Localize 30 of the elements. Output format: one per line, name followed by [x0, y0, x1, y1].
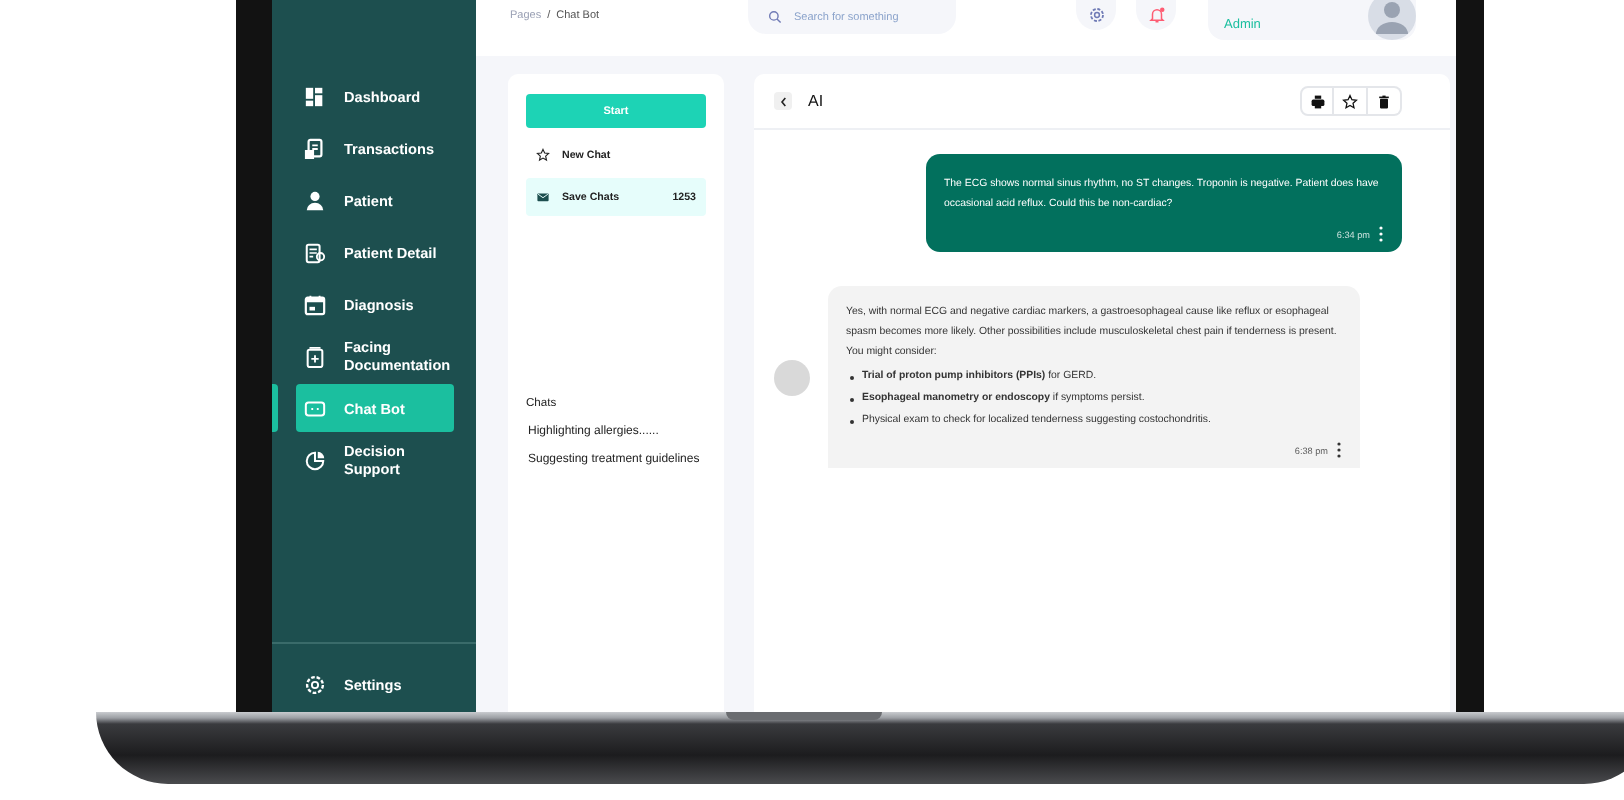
- notifications-button[interactable]: [1136, 0, 1176, 30]
- gear-icon: [304, 673, 326, 695]
- pie-chart-icon: [304, 449, 326, 471]
- search-icon: [768, 10, 782, 24]
- settings-icon: [1087, 6, 1105, 24]
- favorite-button[interactable]: [1334, 86, 1368, 116]
- settings-button[interactable]: [1076, 0, 1116, 30]
- chat-title: AI: [808, 92, 826, 110]
- more-icon: [1378, 226, 1384, 242]
- more-icon: [1336, 442, 1342, 458]
- chevron-left-icon: [779, 95, 787, 107]
- calendar-icon: [304, 293, 326, 315]
- avatar-icon: [1368, 0, 1416, 40]
- more-button[interactable]: [1378, 226, 1384, 242]
- envelope-icon: [536, 190, 550, 204]
- star-icon: [536, 148, 550, 162]
- more-button[interactable]: [1336, 442, 1342, 458]
- printer-icon: [1309, 93, 1325, 109]
- star-icon: [1342, 93, 1358, 109]
- dashboard-icon: [304, 85, 326, 107]
- clipboard-icon: [304, 241, 326, 263]
- person-icon: [304, 189, 326, 211]
- back-button[interactable]: [774, 92, 792, 110]
- delete-button[interactable]: [1368, 86, 1402, 116]
- receipt-icon: [304, 137, 326, 159]
- print-button[interactable]: [1300, 86, 1334, 116]
- chat-icon: [304, 397, 326, 419]
- trash-icon: [1376, 93, 1392, 109]
- document-icon: [304, 345, 326, 367]
- avatar-placeholder: [774, 359, 810, 395]
